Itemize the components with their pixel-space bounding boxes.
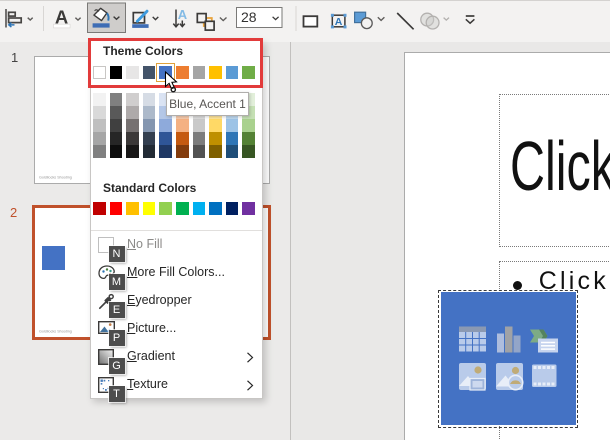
svg-text:28: 28 bbox=[241, 9, 257, 25]
svg-text:A: A bbox=[178, 7, 188, 22]
svg-text:A: A bbox=[335, 16, 343, 28]
svg-text:A: A bbox=[55, 6, 68, 27]
